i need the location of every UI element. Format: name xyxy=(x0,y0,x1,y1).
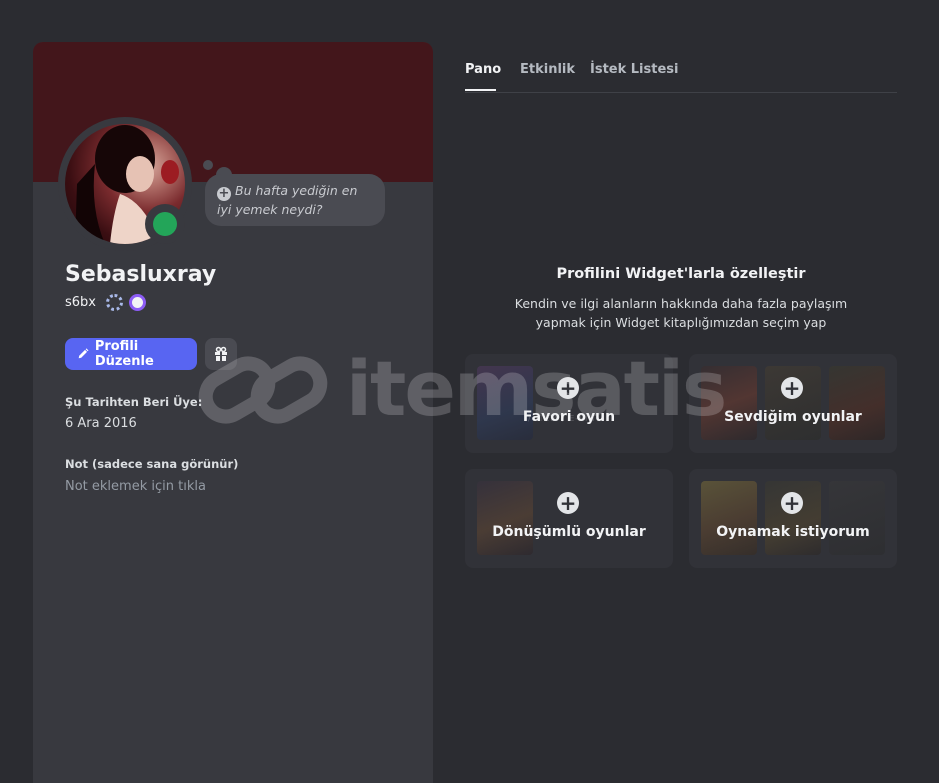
game-cover xyxy=(829,366,885,440)
widgets-subtitle: Kendin ve ilgi alanların hakkında daha f… xyxy=(505,294,857,332)
active-tab-indicator xyxy=(465,89,496,91)
tab-etkinlik[interactable]: Etkinlik xyxy=(520,62,575,77)
widget-label: Dönüşümlü oyunlar xyxy=(492,524,646,540)
thought-bubble-dot xyxy=(203,160,213,170)
profile-card: + Bu hafta yediğin en iyi yemek neydi? Se… xyxy=(33,42,433,783)
profile-tabs: Pano Etkinlik İstek Listesi xyxy=(465,60,897,93)
gift-button[interactable] xyxy=(205,338,237,370)
game-cover xyxy=(477,481,533,555)
username: s6bx xyxy=(65,295,96,310)
game-cover xyxy=(701,366,757,440)
add-icon: + xyxy=(557,377,579,399)
add-icon: + xyxy=(781,492,803,514)
widgets-title: Profilini Widget'larla özelleştir xyxy=(556,266,806,282)
gift-icon xyxy=(215,346,227,361)
widget-label: Oynamak istiyorum xyxy=(716,524,870,540)
member-since-label: Şu Tarihten Beri Üye: xyxy=(65,395,203,409)
display-name: Sebasluxray xyxy=(65,262,217,287)
widget-want-to-play[interactable]: + Oynamak istiyorum xyxy=(689,469,897,568)
add-icon: + xyxy=(557,492,579,514)
add-status-icon: + xyxy=(217,186,231,201)
online-status-icon xyxy=(153,212,177,236)
widget-label: Sevdiğim oyunlar xyxy=(724,409,862,425)
nitro-boost-badge-icon[interactable] xyxy=(129,294,146,311)
game-cover xyxy=(477,366,533,440)
status-indicator xyxy=(145,204,185,244)
widgets-subtitle-line: yapmak için Widget kitaplığımızdan seçim… xyxy=(535,315,827,330)
note-label: Not (sadece sana görünür) xyxy=(65,457,239,471)
username-row: s6bx xyxy=(65,294,146,311)
widget-rotating-games[interactable]: + Dönüşümlü oyunlar xyxy=(465,469,673,568)
note-input[interactable]: Not eklemek için tıkla xyxy=(65,479,206,494)
status-prompt-text: Bu hafta yediğin en iyi yemek neydi? xyxy=(217,183,358,217)
tab-pano[interactable]: Pano xyxy=(465,62,501,77)
member-since-value: 6 Ara 2016 xyxy=(65,416,137,431)
edit-profile-button[interactable]: Profili Düzenle xyxy=(65,338,197,370)
game-cover xyxy=(701,481,757,555)
widgets-subtitle-line: Kendin ve ilgi alanların hakkında daha f… xyxy=(514,296,848,311)
status-prompt-bubble[interactable]: + Bu hafta yediğin en iyi yemek neydi? xyxy=(205,174,385,226)
game-cover xyxy=(829,481,885,555)
add-icon: + xyxy=(781,377,803,399)
edit-profile-label: Profili Düzenle xyxy=(94,339,154,369)
tab-istek-listesi[interactable]: İstek Listesi xyxy=(590,62,678,77)
pencil-icon xyxy=(78,348,89,359)
widget-loved-games[interactable]: + Sevdiğim oyunlar xyxy=(689,354,897,453)
widget-favorite-game[interactable]: + Favori oyun xyxy=(465,354,673,453)
widget-label: Favori oyun xyxy=(522,409,616,425)
hypesquad-badge-icon[interactable] xyxy=(106,294,123,311)
profile-page: + Bu hafta yediğin en iyi yemek neydi? Se… xyxy=(0,0,939,783)
avatar-container[interactable] xyxy=(58,117,192,251)
